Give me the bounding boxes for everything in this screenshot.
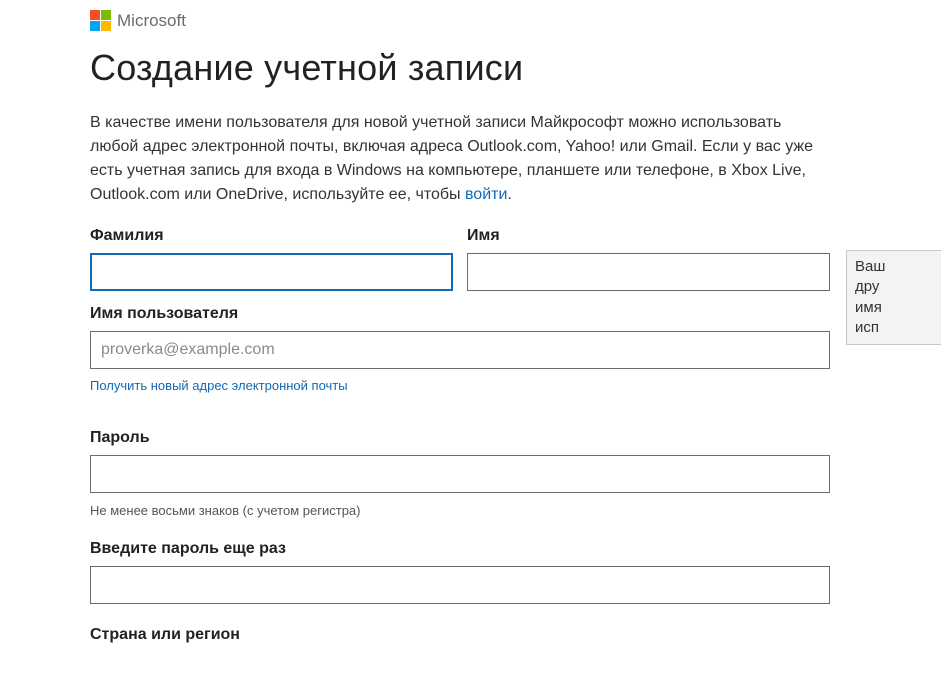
side-tooltip: Ваш дру имя исп <box>846 250 941 345</box>
microsoft-logo-icon <box>90 10 111 31</box>
brand-name: Microsoft <box>117 11 186 31</box>
firstname-label: Имя <box>467 227 830 245</box>
tooltip-line: исп <box>855 318 933 338</box>
intro-before: В качестве имени пользователя для новой … <box>90 114 813 203</box>
username-label: Имя пользователя <box>90 305 941 323</box>
lastname-input[interactable] <box>90 253 453 291</box>
password-input[interactable] <box>90 455 830 493</box>
password-label: Пароль <box>90 429 941 447</box>
lastname-label: Фамилия <box>90 227 453 245</box>
tooltip-line: Ваш <box>855 257 933 277</box>
signin-link[interactable]: войти <box>465 186 507 203</box>
password-hint: Не менее восьми знаков (с учетом регистр… <box>90 503 941 518</box>
password-confirm-input[interactable] <box>90 566 830 604</box>
firstname-input[interactable] <box>467 253 830 291</box>
intro-after: . <box>507 186 511 203</box>
get-new-email-link[interactable]: Получить новый адрес электронной почты <box>90 378 348 393</box>
page-title: Создание учетной записи <box>90 47 941 89</box>
country-label: Страна или регион <box>90 626 941 644</box>
tooltip-line: дру <box>855 277 933 297</box>
password-confirm-label: Введите пароль еще раз <box>90 540 941 558</box>
username-input[interactable] <box>90 331 830 369</box>
intro-text: В качестве имени пользователя для новой … <box>90 111 830 207</box>
brand-header: Microsoft <box>90 10 941 31</box>
tooltip-line: имя <box>855 298 933 318</box>
